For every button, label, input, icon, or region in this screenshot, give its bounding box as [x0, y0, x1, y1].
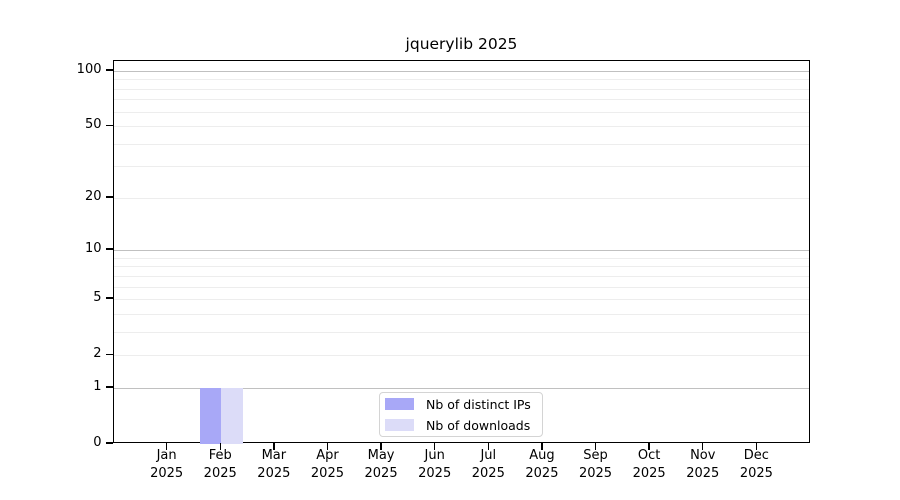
y-tick-label: 1: [93, 378, 102, 394]
x-tick-label: Jan 2025: [150, 448, 184, 481]
x-tick-label: Mar 2025: [257, 448, 291, 481]
y-tick-mark: [105, 196, 113, 198]
y-tick-label: 5: [93, 290, 102, 306]
gridline-minor: [114, 299, 809, 301]
y-tick-mark: [105, 248, 113, 250]
y-tick-mark: [105, 124, 113, 126]
plot-area: [113, 60, 810, 444]
y-tick-label: 100: [76, 62, 102, 77]
x-tick-label: Sep 2025: [578, 448, 613, 481]
bar-nb-of-downloads-feb: [221, 387, 243, 444]
y-tick-label: 10: [84, 241, 102, 257]
gridline-minor: [114, 275, 809, 277]
chart-title: jquerylib 2025: [405, 35, 518, 53]
x-tick-label: Apr 2025: [310, 448, 344, 481]
gridline-minor: [114, 313, 809, 315]
legend-swatch-downloads: [385, 419, 414, 431]
bar-nb-of-distinct-ips-feb: [199, 387, 222, 444]
x-tick-label: Jun 2025: [418, 448, 452, 481]
x-tick-label: Jul 2025: [471, 448, 505, 481]
y-tick-label: 50: [84, 117, 102, 133]
gridline-major: [114, 71, 809, 72]
y-tick-mark: [105, 386, 113, 388]
x-tick-label: May 2025: [364, 448, 398, 481]
legend-swatch-distinct-ips: [385, 398, 414, 410]
x-tick-label: Dec 2025: [739, 448, 773, 481]
y-tick-mark: [105, 69, 113, 71]
gridline-major: [114, 250, 809, 252]
x-tick-label: Nov 2025: [686, 448, 720, 481]
x-tick-label: Aug 2025: [525, 448, 559, 481]
cran-downloads-chart: jquerylib 2025 0 1 2 5 10 20 50 100 Jan 2025 Feb …: [0, 0, 900, 500]
gridline-minor: [114, 286, 809, 288]
gridline-minor: [114, 331, 809, 333]
gridline-minor: [114, 126, 809, 128]
gridline-minor: [114, 111, 809, 113]
gridline-minor: [114, 143, 809, 145]
y-tick-label: 0: [93, 435, 102, 450]
legend: Nb of distinct IPs Nb of downloads: [379, 392, 543, 437]
gridline-minor: [114, 99, 809, 101]
y-tick-mark: [105, 442, 113, 444]
gridline-minor: [114, 266, 809, 268]
gridline-minor: [114, 166, 809, 168]
gridline-minor: [114, 257, 809, 259]
y-tick-mark: [105, 353, 113, 355]
gridline-minor: [114, 88, 809, 90]
gridline-minor: [114, 197, 809, 199]
x-tick-label: Feb 2025: [203, 448, 237, 481]
gridline-minor: [114, 355, 809, 357]
y-tick-mark: [105, 297, 113, 299]
legend-label-distinct-ips: Nb of distinct IPs: [426, 396, 531, 412]
gridline-minor: [114, 79, 809, 81]
y-tick-label: 20: [84, 188, 102, 204]
legend-row-downloads: Nb of downloads: [385, 415, 542, 436]
legend-label-downloads: Nb of downloads: [426, 417, 531, 433]
x-tick-label: Oct 2025: [632, 448, 666, 481]
y-tick-label: 2: [93, 346, 102, 362]
legend-row-distinct-ips: Nb of distinct IPs: [385, 394, 542, 415]
